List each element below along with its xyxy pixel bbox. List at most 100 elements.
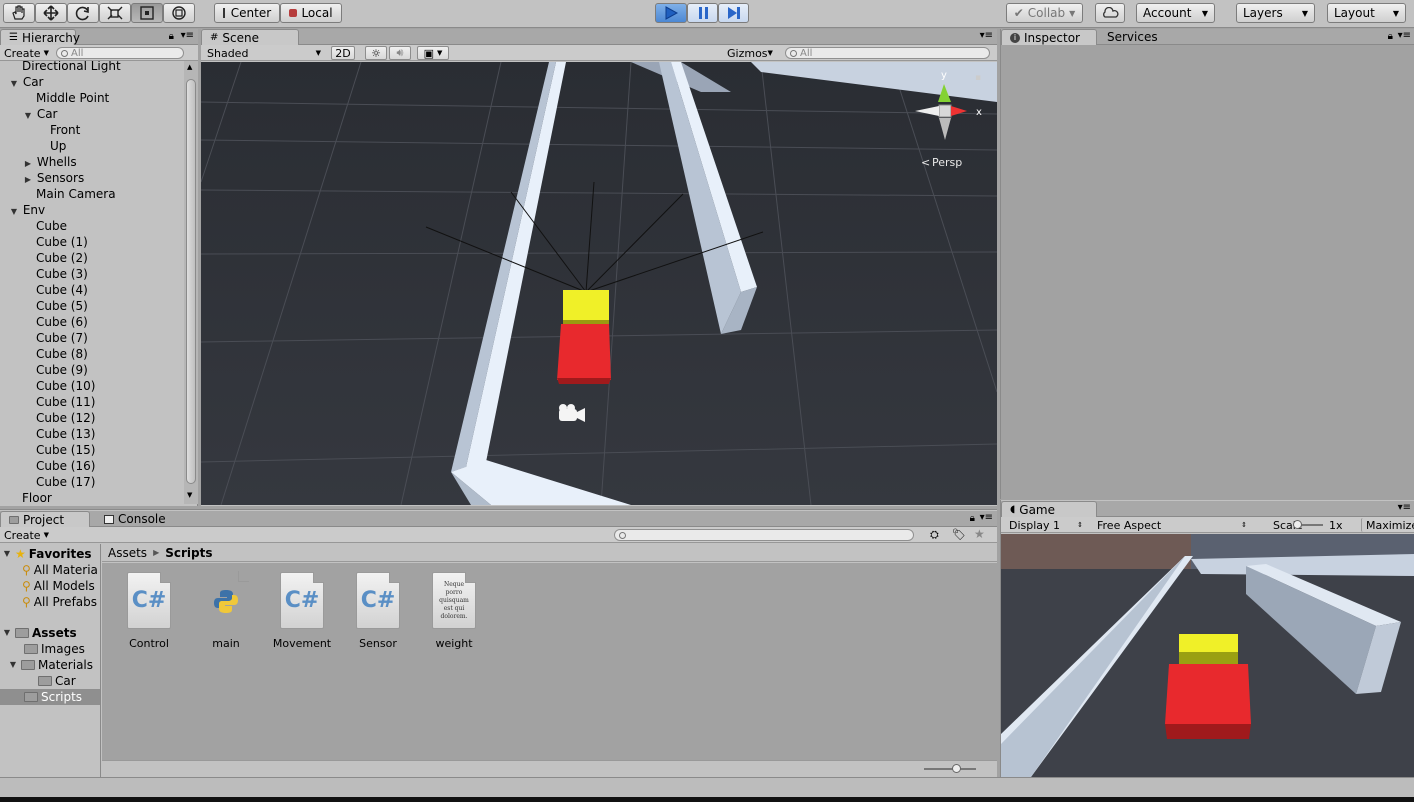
tree-item-cube[interactable]: Cube (13) xyxy=(36,426,95,442)
pivot-rotation-button[interactable]: Local xyxy=(280,3,342,23)
tree-item-cube[interactable]: Cube xyxy=(36,218,67,234)
icon-size-slider[interactable] xyxy=(924,764,976,773)
tree-item-car[interactable]: ▼ Car xyxy=(9,74,44,90)
tree-item-cube[interactable]: Cube (3) xyxy=(36,266,88,282)
tree-item-main-camera[interactable]: Main Camera xyxy=(36,186,116,202)
asset-weight-text[interactable]: Neque porro quisquam est qui dolorem. we… xyxy=(419,572,489,650)
play-button[interactable] xyxy=(655,3,687,23)
tree-item-env[interactable]: ▼ Env xyxy=(9,202,45,218)
maximize-on-play-button[interactable]: Maximize xyxy=(1361,518,1414,532)
layers-dropdown[interactable]: Layers ▼ xyxy=(1236,3,1315,23)
assets-header[interactable]: ▼ Assets xyxy=(2,625,77,641)
panel-menu-icon[interactable]: ▾≡ xyxy=(181,30,194,41)
account-dropdown[interactable]: Account ▼ xyxy=(1136,3,1215,23)
game-viewport[interactable] xyxy=(1001,534,1414,777)
folder-item-car[interactable]: Car xyxy=(38,673,76,689)
asset-sensor-script[interactable]: C# Sensor xyxy=(343,572,413,650)
hierarchy-search-input[interactable]: All xyxy=(56,47,184,59)
scroll-up-icon[interactable]: ▲ xyxy=(187,63,192,71)
favorite-item[interactable]: ⚲ All Prefabs xyxy=(22,594,97,610)
rotate-tool-button[interactable] xyxy=(67,3,99,23)
collapsed-triangle-icon[interactable]: ▶ xyxy=(23,172,33,188)
breadcrumb-assets[interactable]: Assets xyxy=(108,546,147,560)
step-button[interactable] xyxy=(718,3,749,23)
rect-tool-button[interactable] xyxy=(131,3,163,23)
tab-game[interactable]: ◖ Game xyxy=(1001,501,1097,517)
panel-menu-icon[interactable]: ▾≡ xyxy=(1398,30,1411,41)
tree-item-whells[interactable]: ▶ Whells xyxy=(23,154,77,170)
breadcrumb-scripts[interactable]: Scripts xyxy=(165,546,212,560)
project-search-input[interactable] xyxy=(614,529,914,541)
scale-slider-knob[interactable] xyxy=(1293,520,1302,529)
favorites-header[interactable]: ▼ ★ Favorites xyxy=(2,546,92,562)
scene-search-input[interactable]: All xyxy=(785,47,990,59)
tree-item-front[interactable]: Front xyxy=(50,122,80,138)
lock-icon[interactable]: 🔒︎ xyxy=(169,31,174,42)
pivot-mode-button[interactable]: Center xyxy=(214,3,280,23)
project-create-dropdown[interactable]: Create ▼ xyxy=(0,528,53,542)
tree-item-cube[interactable]: Cube (1) xyxy=(36,234,88,250)
filter-by-type-icon[interactable]: ⛭ xyxy=(930,528,939,542)
folder-item-images[interactable]: Images xyxy=(24,641,85,657)
effects-dropdown[interactable]: ▣ ▼ xyxy=(417,46,449,60)
tree-item-cube[interactable]: Cube (9) xyxy=(36,362,88,378)
expand-triangle-icon[interactable]: ▼ xyxy=(9,76,19,92)
tree-item-cube[interactable]: Cube (17) xyxy=(36,474,95,490)
layout-dropdown[interactable]: Layout ▼ xyxy=(1327,3,1406,23)
tree-item-floor[interactable]: Floor xyxy=(22,490,52,504)
folder-item-scripts[interactable]: Scripts xyxy=(0,689,100,705)
filter-by-label-icon[interactable]: 🏷︎ xyxy=(952,528,966,541)
lighting-toggle-button[interactable]: ☼ xyxy=(365,46,387,60)
tree-item-cube[interactable]: Cube (4) xyxy=(36,282,88,298)
tree-item-sensors[interactable]: ▶ Sensors xyxy=(23,170,84,186)
collab-dropdown[interactable]: ✔ Collab ▼ xyxy=(1006,3,1083,23)
icon-size-slider-knob[interactable] xyxy=(952,764,961,773)
expand-triangle-icon[interactable]: ▼ xyxy=(9,204,19,220)
display-dropdown[interactable]: Display 1 ⇕ xyxy=(1005,518,1087,532)
favorite-item[interactable]: ⚲ All Models xyxy=(22,578,95,594)
gizmos-dropdown[interactable]: Gizmos ▼ xyxy=(723,46,775,60)
tree-item-cube[interactable]: Cube (15) xyxy=(36,442,95,458)
pause-button[interactable] xyxy=(687,3,718,23)
audio-toggle-button[interactable]: 🔊︎ xyxy=(389,46,411,60)
tree-item-middle-point[interactable]: Middle Point xyxy=(36,90,109,106)
tab-scene[interactable]: # Scene xyxy=(201,29,299,45)
panel-menu-icon[interactable]: ▾≡ xyxy=(980,512,993,523)
tree-item-cube[interactable]: Cube (10) xyxy=(36,378,95,394)
asset-control-script[interactable]: C# Control xyxy=(114,572,184,650)
expand-triangle-icon[interactable]: ▼ xyxy=(2,625,12,641)
tree-item-cube[interactable]: Cube (8) xyxy=(36,346,88,362)
tree-item-up[interactable]: Up xyxy=(50,138,66,154)
tree-item-cube[interactable]: Cube (16) xyxy=(36,458,95,474)
tab-services[interactable]: Services xyxy=(1099,29,1166,45)
expand-triangle-icon[interactable]: ▼ xyxy=(2,546,12,562)
scale-tool-button[interactable] xyxy=(99,3,131,23)
scene-viewport[interactable]: y x < Persp ▪ xyxy=(201,62,997,505)
tree-item-cube[interactable]: Cube (7) xyxy=(36,330,88,346)
expand-triangle-icon[interactable]: ▼ xyxy=(23,108,33,124)
hierarchy-create-dropdown[interactable]: Create ▼ xyxy=(0,46,53,60)
hierarchy-scrollbar[interactable]: ▲ ▼ xyxy=(184,61,198,504)
favorite-item[interactable]: ⚲ All Materia xyxy=(22,562,98,578)
2d-toggle-button[interactable]: 2D xyxy=(331,46,355,60)
draw-mode-dropdown[interactable]: Shaded ▼ xyxy=(203,46,325,60)
tab-project[interactable]: Project xyxy=(0,511,90,527)
lock-icon[interactable]: 🔒︎ xyxy=(1388,31,1393,42)
scrollbar-thumb[interactable] xyxy=(186,79,196,484)
favorite-star-icon[interactable]: ★ xyxy=(974,527,985,541)
cloud-button[interactable] xyxy=(1095,3,1125,23)
move-tool-button[interactable] xyxy=(35,3,67,23)
scale-slider[interactable] xyxy=(1293,520,1323,529)
asset-main-script[interactable]: main xyxy=(191,571,261,650)
expand-triangle-icon[interactable]: ▼ xyxy=(8,657,18,673)
scroll-down-icon[interactable]: ▼ xyxy=(187,491,192,499)
hand-tool-button[interactable] xyxy=(3,3,35,23)
asset-movement-script[interactable]: C# Movement xyxy=(267,572,337,650)
tab-inspector[interactable]: i Inspector xyxy=(1001,29,1097,45)
tree-item-cube[interactable]: Cube (6) xyxy=(36,314,88,330)
lock-icon[interactable]: 🔒︎ xyxy=(970,513,975,524)
tree-item-cube[interactable]: Cube (12) xyxy=(36,410,95,426)
folder-item-materials[interactable]: ▼ Materials xyxy=(8,657,93,673)
tree-item-cube[interactable]: Cube (2) xyxy=(36,250,88,266)
panel-menu-icon[interactable]: ▾≡ xyxy=(980,30,993,41)
